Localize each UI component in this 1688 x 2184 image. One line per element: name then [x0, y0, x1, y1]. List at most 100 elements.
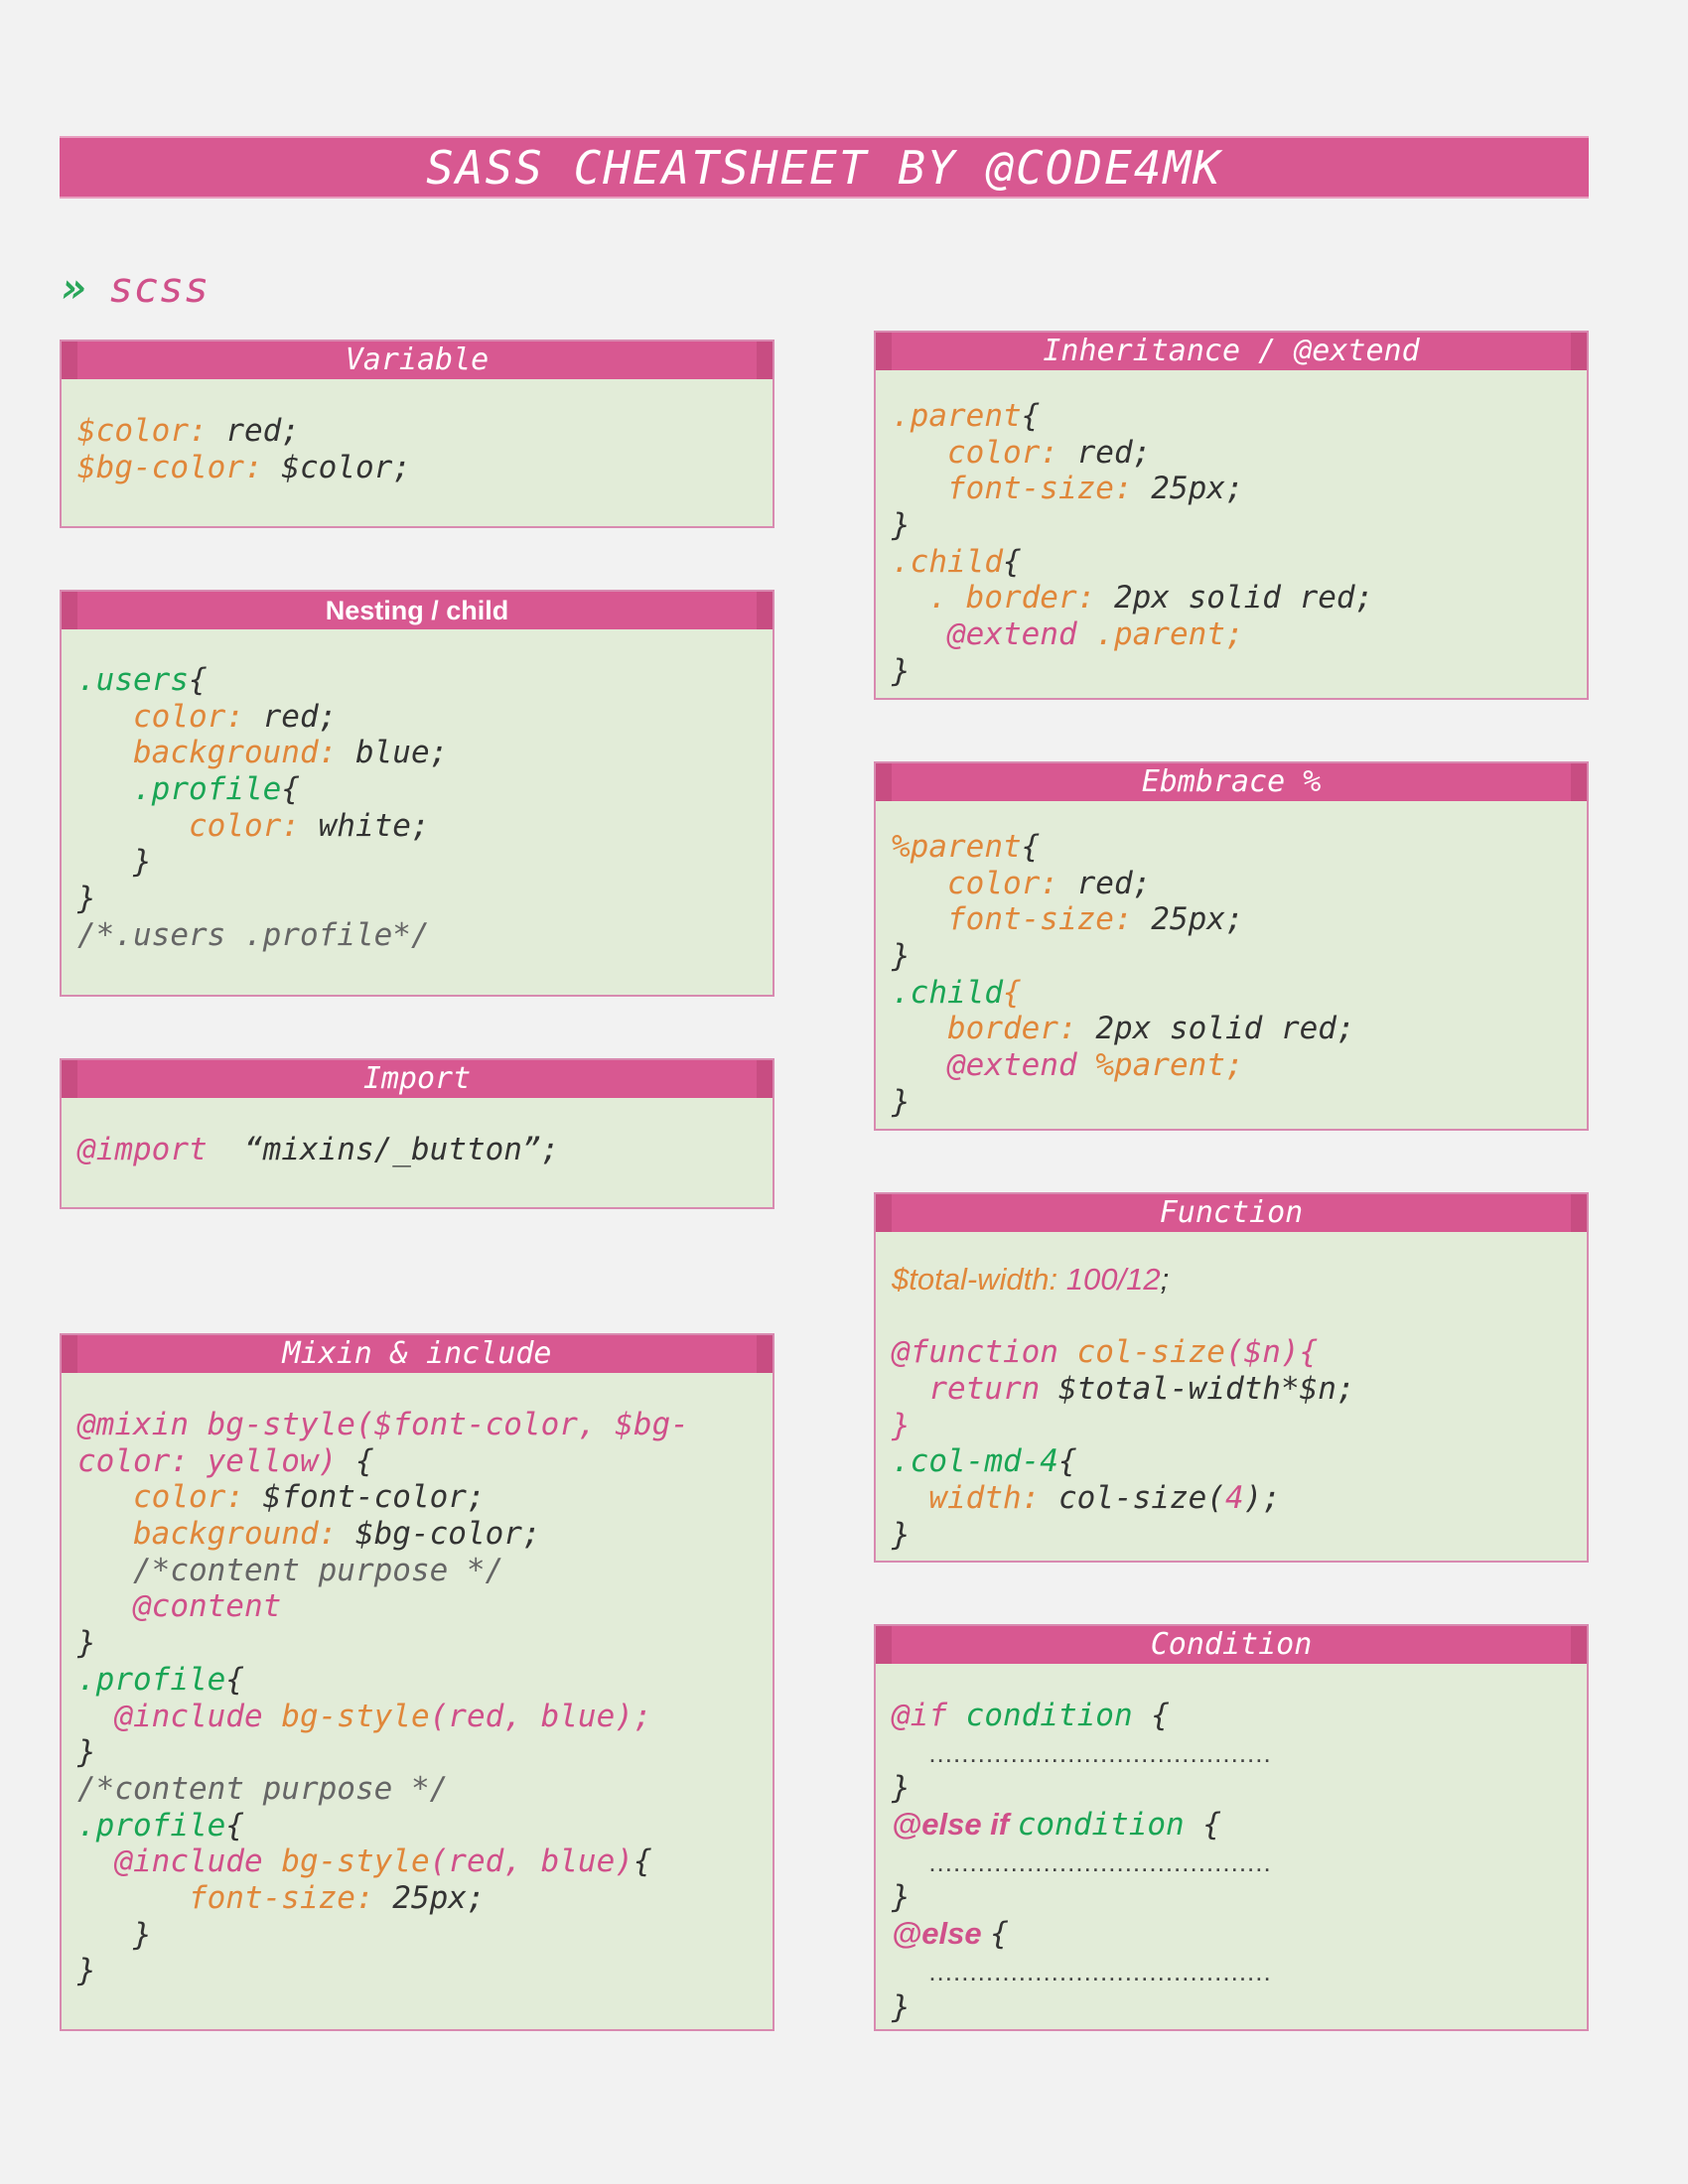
- code-token: .child: [892, 974, 1003, 1011]
- code-token: red;: [262, 698, 338, 735]
- code-token: /*.users .profile*/: [77, 916, 430, 953]
- code-token: .parent: [892, 398, 1022, 434]
- code-token: $total-width:: [892, 1262, 1066, 1297]
- code-token: 4: [1224, 1480, 1244, 1517]
- code-token: {: [225, 1661, 244, 1698]
- code-token: 25px;: [1151, 901, 1244, 938]
- card-title: Function: [876, 1194, 1587, 1232]
- code-token: background:: [77, 735, 355, 771]
- card-mixin: Mixin & include @mixin bg-style($font-co…: [60, 1333, 774, 2031]
- code-token: color:: [892, 865, 1077, 901]
- code-token: . border:: [892, 580, 1114, 616]
- code-token: @extend: [892, 1047, 1096, 1084]
- card-title: Condition: [876, 1626, 1587, 1664]
- code-token: white;: [318, 807, 430, 844]
- code-token: ($n){: [1224, 1334, 1319, 1371]
- code-token: @else: [892, 1916, 991, 1952]
- code-line: @function col-size($n){: [892, 1334, 1571, 1371]
- code-token: ........................................…: [928, 1737, 1272, 1768]
- code-line: ........................................…: [892, 1843, 1571, 1880]
- code-line: @import “mixins/_button”;: [77, 1132, 757, 1168]
- code-token: $font-color;: [262, 1479, 486, 1516]
- code-line: }: [892, 1408, 1571, 1444]
- code-token: red;: [1076, 865, 1152, 901]
- code-token: }: [77, 1625, 96, 1662]
- code-line: $color: red;: [77, 413, 757, 450]
- code-line: %parent{: [892, 829, 1571, 866]
- code-line: }: [77, 844, 757, 881]
- code-block: %parent{ color: red; font-size: 25px;} .c…: [876, 801, 1587, 1121]
- code-token: ........................................…: [928, 1956, 1272, 1986]
- code-line: color: red;: [892, 435, 1571, 472]
- card-title: Nesting / child: [62, 592, 773, 629]
- code-token: bg-style: [281, 1698, 430, 1734]
- code-token: {: [1151, 1698, 1170, 1733]
- code-token: condition: [965, 1698, 1152, 1733]
- code-token: color:: [77, 698, 263, 735]
- code-token: red;: [225, 413, 300, 449]
- code-line: }: [77, 1734, 757, 1771]
- code-token: blue;: [354, 735, 449, 771]
- code-token: $bg-color;: [354, 1516, 541, 1553]
- code-token: {: [1021, 398, 1041, 434]
- card-title: Variable: [62, 341, 773, 379]
- card-title: Ebmbrace %: [876, 763, 1587, 801]
- code-token: .parent;: [1095, 616, 1244, 653]
- code-line: ........................................…: [892, 1953, 1571, 1989]
- code-line: .col-md-4{: [892, 1443, 1571, 1480]
- card-inheritance: Inheritance / @extend .parent{ color: re…: [874, 331, 1589, 700]
- code-token: }: [77, 1916, 152, 1953]
- code-line: @extend .parent;: [892, 616, 1571, 653]
- code-block: @mixin bg-style($font-color, $bg-color: …: [62, 1373, 773, 1989]
- code-line: /*content purpose */: [77, 1553, 757, 1589]
- code-line: }: [77, 1953, 757, 1989]
- code-line: @include bg-style(red, blue){: [77, 1843, 757, 1880]
- code-token: .child: [892, 543, 1003, 580]
- code-token: background:: [77, 1516, 355, 1553]
- code-token: {: [990, 1916, 1009, 1953]
- code-token: ;: [1160, 1262, 1170, 1297]
- card-import: Import @import “mixins/_button”;: [60, 1058, 774, 1209]
- code-line: }: [892, 938, 1571, 975]
- code-token: {: [188, 662, 208, 698]
- code-token: color:: [892, 434, 1077, 471]
- code-line: color: red;: [892, 866, 1571, 902]
- code-token: $bg-color:: [77, 449, 282, 485]
- code-token: }: [892, 1407, 911, 1443]
- code-line: @else if condition {: [892, 1807, 1571, 1843]
- section-heading: » scss: [62, 263, 209, 312]
- code-token: %parent: [892, 829, 1022, 865]
- code-token: font-size:: [892, 901, 1152, 938]
- code-line: }: [892, 1989, 1571, 2026]
- code-line: }: [892, 1879, 1571, 1916]
- code-line: background: blue;: [77, 735, 757, 771]
- code-line: .profile{: [77, 1808, 757, 1844]
- code-block: @import “mixins/_button”;: [62, 1098, 773, 1168]
- code-token: }: [892, 1516, 911, 1553]
- code-token: .profile: [77, 1807, 226, 1843]
- code-line: @mixin bg-style($font-color, $bg-: [77, 1407, 757, 1443]
- code-token: @function: [892, 1334, 1077, 1371]
- code-token: .profile: [77, 1661, 226, 1698]
- code-line: .profile{: [77, 771, 757, 808]
- code-token: “mixins/_button”;: [243, 1132, 560, 1167]
- code-line: }: [892, 1770, 1571, 1807]
- card-function: Function $total-width: 100/12; @function…: [874, 1192, 1589, 1563]
- code-token: /*content purpose */: [77, 1552, 504, 1588]
- code-token: color: yellow): [77, 1442, 355, 1479]
- chevron-right-icon: »: [62, 263, 87, 312]
- section-label: scss: [108, 263, 210, 312]
- code-line: . border: 2px solid red;: [892, 580, 1571, 616]
- code-token: }: [892, 1988, 911, 2025]
- code-block: @if condition { ........................…: [876, 1664, 1587, 2025]
- code-token: {: [1057, 1443, 1077, 1480]
- code-line: /*content purpose */: [77, 1771, 757, 1808]
- code-line: color: $font-color;: [77, 1479, 757, 1516]
- code-token: 100/12: [1065, 1262, 1161, 1297]
- code-line: @include bg-style(red, blue);: [77, 1699, 757, 1735]
- code-token: @include: [77, 1698, 282, 1734]
- code-line: }: [77, 1917, 757, 1954]
